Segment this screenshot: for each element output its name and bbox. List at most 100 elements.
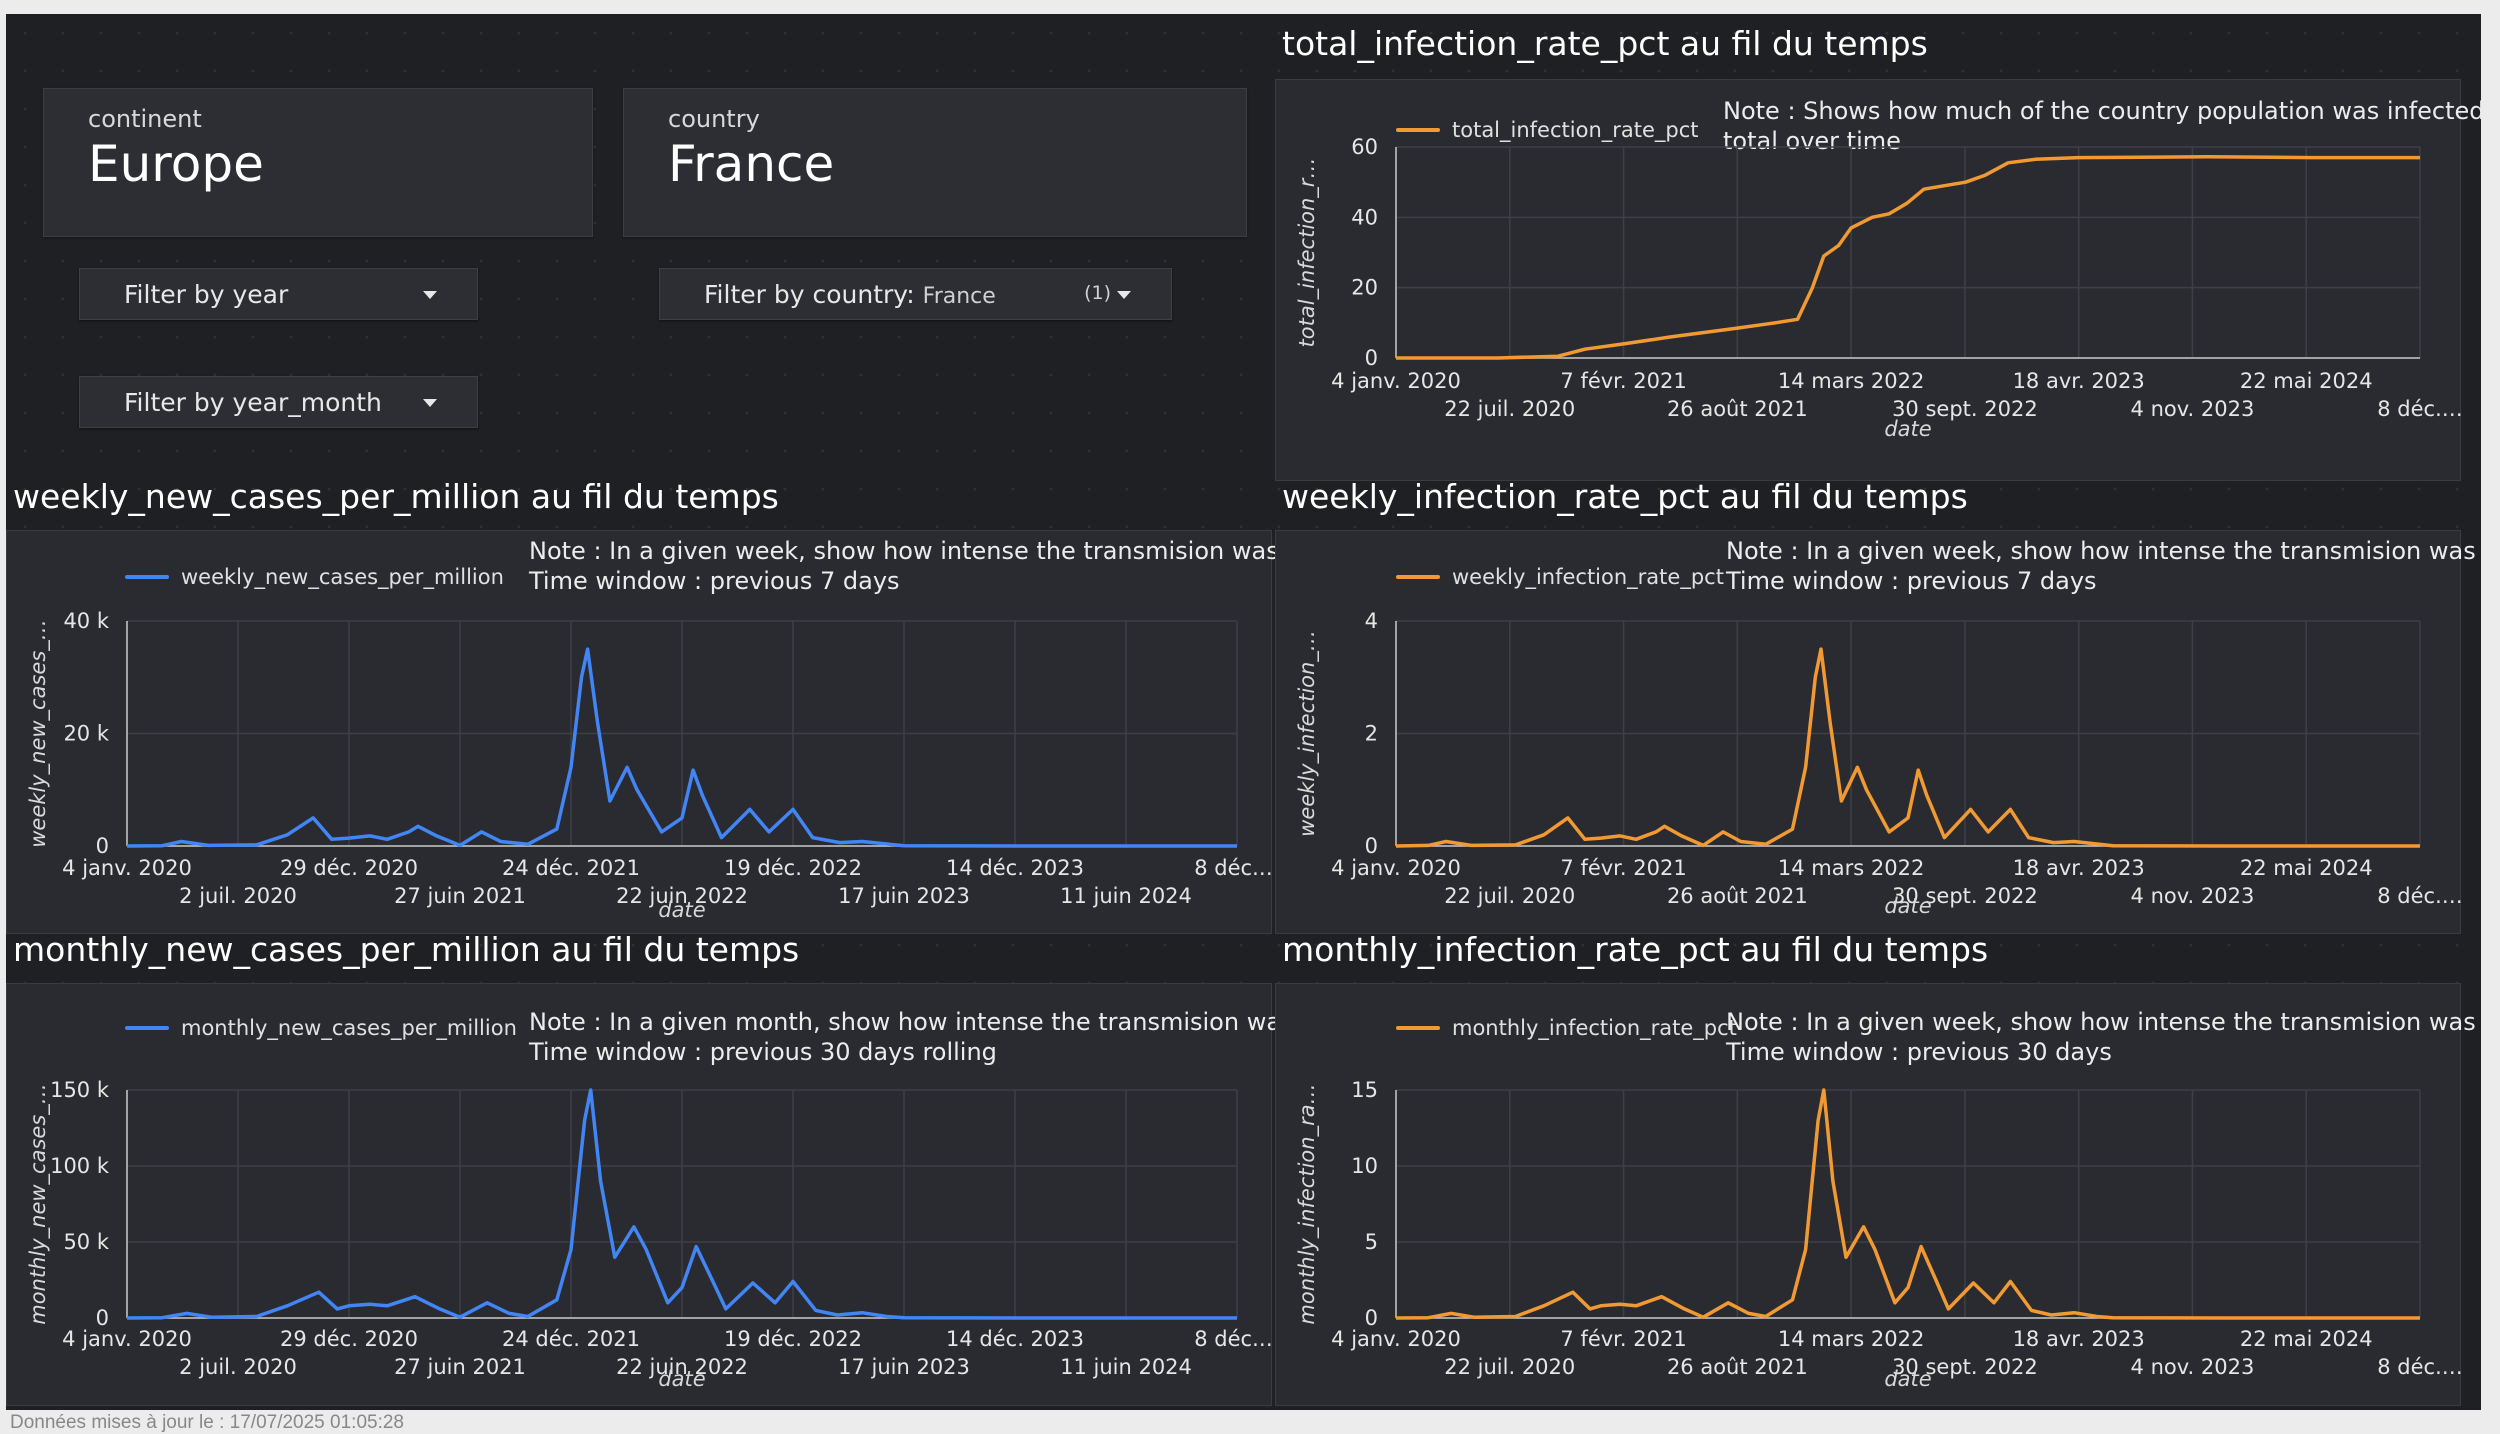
x-tick-label: 24 déc. 2021 <box>502 856 640 880</box>
x-tick-label: 4 janv. 2020 <box>62 856 192 880</box>
y-tick-label: 0 <box>1365 346 1378 370</box>
line-chart-monthly-cases: 050 k100 k150 k4 janv. 2020 29 déc. 2020 2… <box>26 1078 1280 1391</box>
x-tick-label: 2 juil. 2020 <box>179 1355 297 1379</box>
x-tick-label: 2 juil. 2020 <box>179 884 297 908</box>
chart-panel-monthly-rate: monthly_infection_rate_pct Note : In a g… <box>1275 983 2476 1406</box>
x-tick-label: 14 mars 2022 <box>1778 1327 1924 1351</box>
filter-selected-count: (1) <box>1084 282 1111 304</box>
chart-panel-weekly-cases: weekly_new_cases_per_million Note : In a… <box>6 530 1280 934</box>
y-tick-label: 150 k <box>50 1078 110 1102</box>
chevron-down-icon <box>423 399 437 407</box>
filter-label: Filter by year_month <box>124 388 382 417</box>
chart-panel-total: total_infection_rate_pct Note : Shows ho… <box>1275 79 2500 481</box>
x-tick-label: 22 mai 2024 <box>2240 856 2373 880</box>
series-line <box>1395 647 2420 848</box>
x-tick-label: 8 déc.… <box>1194 1327 1280 1351</box>
chart-title-weekly-rate: weekly_infection_rate_pct au fil du temp… <box>1282 477 1968 516</box>
line-chart-monthly-rate: 0510154 janv. 2020 7 févr. 2021 14 mars 20… <box>1295 1078 2463 1391</box>
line-chart-total: 0 20 40 60 4 janv. 2020 7 févr. 2021 14 mars 2… <box>1295 135 2463 441</box>
chart-panel-monthly-cases: monthly_new_cases_per_million Note : In … <box>6 983 1294 1406</box>
y-tick-label: 40 <box>1351 205 1378 229</box>
x-tick-label: 17 juin 2023 <box>838 884 970 908</box>
x-tick-label: 22 mai 2024 <box>2240 369 2373 393</box>
chart-title-monthly-rate: monthly_infection_rate_pct au fil du tem… <box>1282 930 1989 969</box>
x-tick-label: 22 juil. 2020 <box>1444 1355 1575 1379</box>
filter-label-text: Filter by country: <box>704 280 915 309</box>
x-tick-label: 29 déc. 2020 <box>280 856 418 880</box>
x-tick-label: 8 déc.… <box>2377 884 2463 908</box>
y-tick-label: 0 <box>1365 834 1378 858</box>
x-tick-label: 14 mars 2022 <box>1778 369 1924 393</box>
y-tick-label: 50 k <box>63 1230 109 1254</box>
x-tick-label: 27 juin 2021 <box>394 1355 526 1379</box>
x-axis-label: date <box>1884 894 1931 918</box>
continent-scorecard: continent Europe <box>43 88 593 237</box>
y-tick-label: 60 <box>1351 135 1378 159</box>
chart-title-total: total_infection_rate_pct au fil du temps <box>1282 24 1928 63</box>
chart-panel-weekly-rate: weekly_infection_rate_pct Note : In a gi… <box>1275 530 2476 934</box>
x-tick-label: 19 déc. 2022 <box>724 856 862 880</box>
x-tick-label: 18 avr. 2023 <box>2013 856 2145 880</box>
x-tick-label: 4 janv. 2020 <box>1331 856 1461 880</box>
x-tick-label: 18 avr. 2023 <box>2013 369 2145 393</box>
scorecard-label: continent <box>88 105 202 133</box>
y-axis-label: monthly_new_cases_… <box>26 1083 51 1325</box>
x-axis-label: date <box>1884 417 1931 441</box>
x-tick-label: 4 nov. 2023 <box>2131 1355 2255 1379</box>
chart-title-weekly-cases: weekly_new_cases_per_million au fil du t… <box>13 477 779 516</box>
x-tick-label: 18 avr. 2023 <box>2013 1327 2145 1351</box>
y-tick-label: 15 <box>1351 1078 1378 1102</box>
x-tick-label: 27 juin 2021 <box>394 884 526 908</box>
y-axis-label: weekly_new_cases_… <box>26 619 51 848</box>
series-line <box>1396 155 2420 360</box>
x-tick-label: 8 déc.… <box>1194 856 1280 880</box>
x-tick-label: 26 août 2021 <box>1667 397 1808 421</box>
x-tick-label: 24 déc. 2021 <box>502 1327 640 1351</box>
x-tick-label: 4 janv. 2020 <box>62 1327 192 1351</box>
y-axis-label: monthly_infection_ra… <box>1295 1083 1320 1324</box>
x-tick-label: 7 févr. 2021 <box>1560 1327 1686 1351</box>
filter-by-year-dropdown[interactable]: Filter by year <box>79 268 478 320</box>
x-tick-label: 11 juin 2024 <box>1060 1355 1192 1379</box>
filter-by-year-month-dropdown[interactable]: Filter by year_month <box>79 376 478 428</box>
y-tick-label: 2 <box>1365 722 1378 746</box>
filter-selected-value: France <box>922 284 996 309</box>
chevron-down-icon <box>423 291 437 299</box>
x-tick-label: 4 janv. 2020 <box>1331 1327 1461 1351</box>
x-tick-label: 29 déc. 2020 <box>280 1327 418 1351</box>
x-tick-label: 22 mai 2024 <box>2240 1327 2373 1351</box>
footer-updated-text: Données mises à jour le : 17/07/2025 01:… <box>10 1412 404 1433</box>
x-tick-label: 7 févr. 2021 <box>1560 369 1686 393</box>
filter-label: Filter by country: France <box>704 280 996 309</box>
y-tick-label: 5 <box>1365 1230 1378 1254</box>
y-tick-label: 4 <box>1365 609 1378 633</box>
y-tick-label: 40 k <box>63 609 109 633</box>
x-tick-label: 22 juil. 2020 <box>1444 397 1575 421</box>
y-axis-label: total_infection_r… <box>1295 158 1320 348</box>
x-tick-label: 11 juin 2024 <box>1060 884 1192 908</box>
x-tick-label: 14 déc. 2023 <box>946 1327 1084 1351</box>
x-tick-label: 4 nov. 2023 <box>2131 884 2255 908</box>
y-tick-label: 20 k <box>63 722 109 746</box>
y-tick-label: 10 <box>1351 1154 1378 1178</box>
x-tick-label: 4 janv. 2020 <box>1331 369 1461 393</box>
chevron-down-icon <box>1117 291 1131 299</box>
report-canvas: continent Europe country France Filter b… <box>6 14 2500 1410</box>
filter-label: Filter by year <box>124 280 289 309</box>
x-axis-label: date <box>658 898 705 922</box>
filter-by-country-dropdown[interactable]: Filter by country: France (1) <box>659 268 1172 320</box>
x-tick-label: 26 août 2021 <box>1667 884 1808 908</box>
country-scorecard: country France <box>623 88 1247 237</box>
x-tick-label: 7 févr. 2021 <box>1560 856 1686 880</box>
scorecard-label: country <box>668 105 760 133</box>
x-tick-label: 19 déc. 2022 <box>724 1327 862 1351</box>
y-axis-label: weekly_infection_… <box>1295 630 1320 837</box>
x-tick-label: 14 mars 2022 <box>1778 856 1924 880</box>
line-chart-weekly-rate: 0 2 4 4 janv. 2020 7 févr. 2021 14 mars 2022 1… <box>1295 609 2463 918</box>
scorecard-value: Europe <box>88 135 264 193</box>
x-tick-label: 4 nov. 2023 <box>2131 397 2255 421</box>
y-tick-label: 0 <box>96 834 109 858</box>
chart-title-monthly-cases: monthly_new_cases_per_million au fil du … <box>13 930 800 969</box>
line-chart-weekly-cases: 0 20 k 40 k 4 janv. 2020 29 déc. 2020 24 déc.… <box>26 609 1280 922</box>
x-tick-label: 8 déc.… <box>2377 1355 2463 1379</box>
